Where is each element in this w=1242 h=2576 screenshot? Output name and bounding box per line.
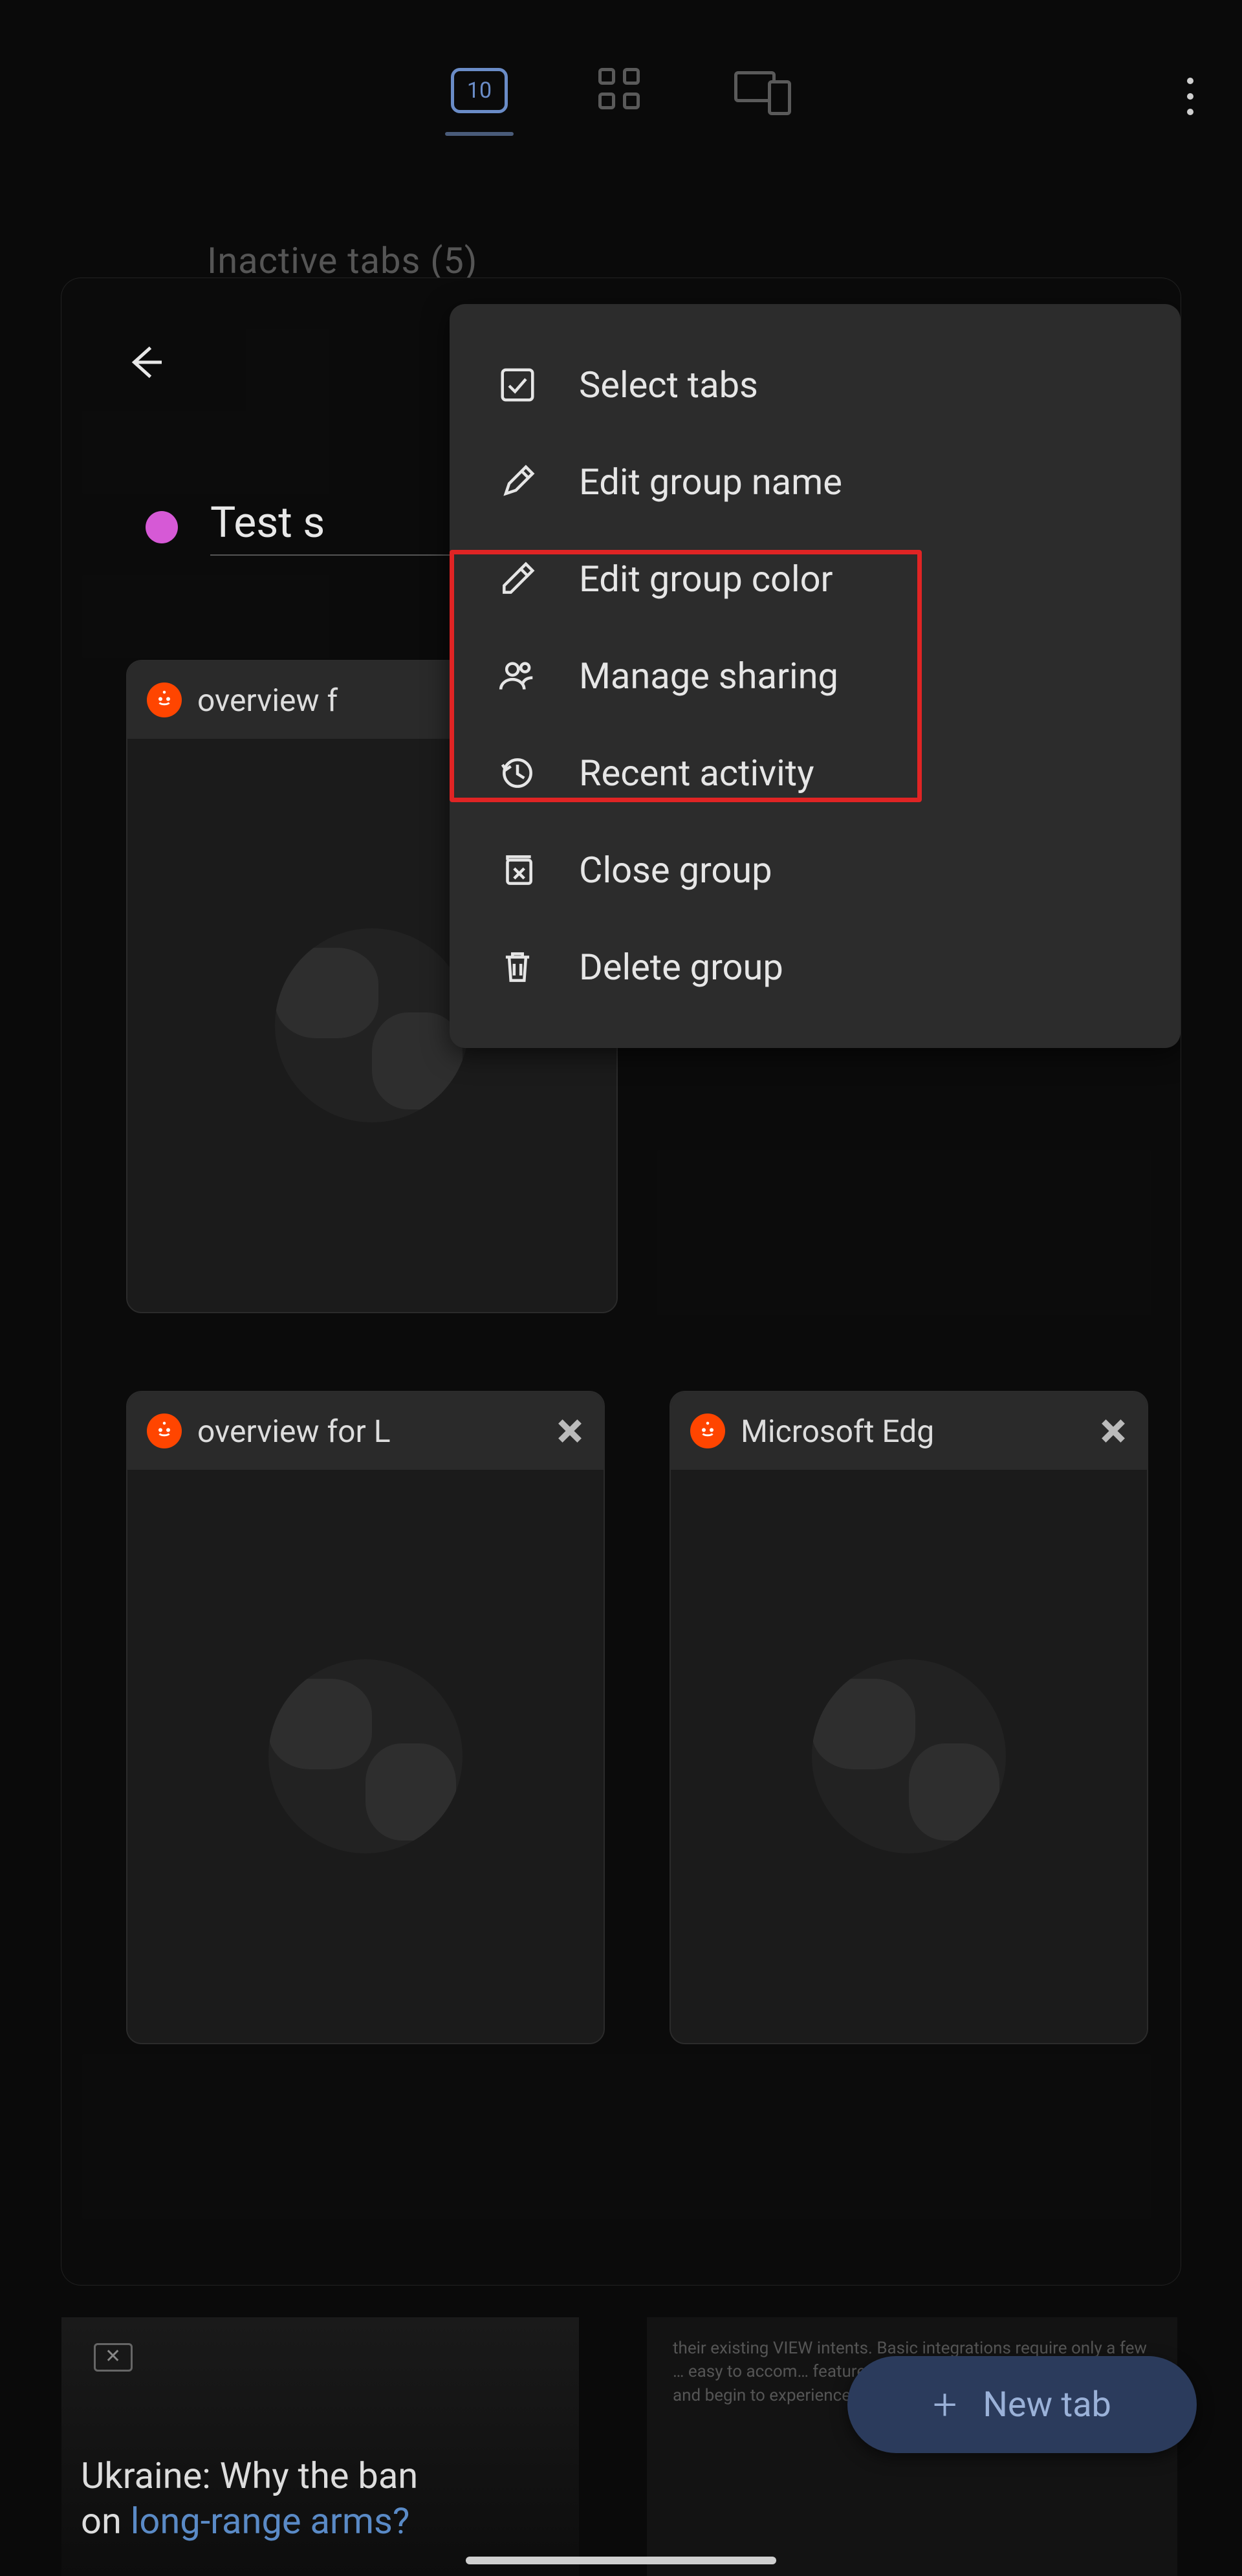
active-tab-underline	[445, 132, 514, 136]
menu-label: Recent activity	[579, 752, 814, 794]
pencil-icon	[495, 459, 540, 505]
globe-placeholder-icon	[275, 928, 469, 1122]
close-tab-button[interactable]	[1099, 1417, 1128, 1445]
background-tab-card-left: Ukraine: Why the ban on long-range arms?	[61, 2317, 579, 2576]
group-name-row[interactable]: Test s	[146, 498, 480, 556]
people-icon	[495, 653, 540, 699]
reddit-icon	[690, 1414, 725, 1448]
new-tab-button[interactable]: + New tab	[847, 2356, 1197, 2453]
tab-title: Microsoft Edg	[741, 1413, 1084, 1450]
tab-title: overview for L	[197, 1413, 540, 1450]
news-headline: Ukraine: Why the ban on long-range arms?	[81, 2453, 418, 2544]
new-tab-label: New tab	[983, 2385, 1111, 2425]
menu-label: Edit group name	[579, 461, 842, 503]
menu-close-group[interactable]: Close group	[450, 822, 1181, 919]
eyedropper-icon	[495, 556, 540, 602]
menu-select-tabs[interactable]: Select tabs	[450, 336, 1181, 433]
gesture-bar	[466, 2557, 776, 2564]
apps-grid-icon[interactable]	[598, 68, 644, 113]
group-context-menu: Select tabs Edit group name Edit group c…	[450, 304, 1181, 1048]
menu-label: Delete group	[579, 946, 783, 988]
browser-topbar: 10	[0, 0, 1242, 181]
tab-count-value: 10	[467, 78, 492, 104]
globe-placeholder-icon	[812, 1659, 1006, 1853]
menu-edit-group-name[interactable]: Edit group name	[450, 433, 1181, 530]
inactive-tabs-label: Inactive tabs (5)	[207, 239, 477, 282]
close-box-stack-icon	[495, 847, 540, 893]
menu-recent-activity[interactable]: Recent activity	[450, 725, 1181, 822]
menu-label: Close group	[579, 849, 772, 891]
tab-card[interactable]: Microsoft Edg	[670, 1391, 1148, 2044]
check-box-icon	[495, 362, 540, 408]
tab-switcher-count[interactable]: 10	[451, 68, 508, 113]
group-color-dot	[146, 511, 178, 543]
globe-placeholder-icon	[268, 1659, 463, 1853]
menu-edit-group-color[interactable]: Edit group color	[450, 530, 1181, 628]
reddit-icon	[147, 1414, 182, 1448]
close-icon	[94, 2343, 133, 2372]
menu-label: Edit group color	[579, 558, 833, 600]
trash-icon	[495, 944, 540, 990]
close-tab-button[interactable]	[556, 1417, 584, 1445]
group-name-input[interactable]: Test s	[210, 498, 480, 556]
plus-icon: +	[933, 2380, 957, 2430]
overflow-menu-button[interactable]	[1177, 78, 1203, 115]
back-button[interactable]	[126, 343, 165, 382]
menu-manage-sharing[interactable]: Manage sharing	[450, 628, 1181, 725]
tab-card[interactable]: overview for L	[126, 1391, 605, 2044]
tab-group-panel: Test s overview f overview for L Microso…	[61, 278, 1181, 2285]
devices-icon[interactable]	[734, 71, 791, 110]
history-icon	[495, 750, 540, 796]
reddit-icon	[147, 682, 182, 717]
menu-label: Select tabs	[579, 364, 758, 406]
menu-delete-group[interactable]: Delete group	[450, 919, 1181, 1016]
menu-label: Manage sharing	[579, 655, 838, 697]
